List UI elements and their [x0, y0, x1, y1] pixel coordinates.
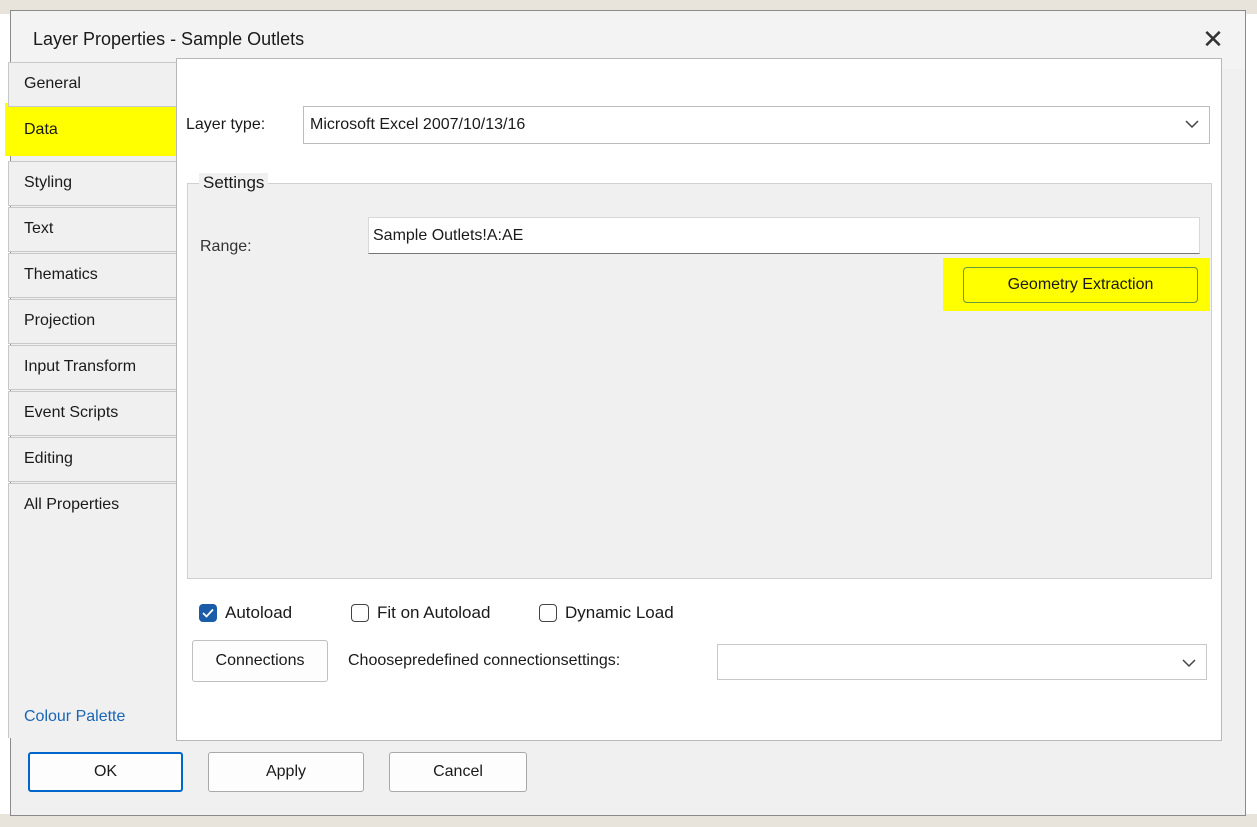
- checkmark-icon: [199, 604, 217, 622]
- tab-general[interactable]: General: [8, 62, 180, 107]
- cancel-label: Cancel: [433, 763, 483, 780]
- tab-label: General: [24, 75, 81, 92]
- apply-button[interactable]: Apply: [208, 752, 364, 792]
- geometry-extraction-label: Geometry Extraction: [1007, 276, 1154, 293]
- fit-on-autoload-checkbox[interactable]: Fit on Autoload: [351, 600, 490, 626]
- apply-label: Apply: [265, 763, 307, 780]
- tab-label: Styling: [24, 174, 73, 191]
- range-label: Range:: [200, 238, 252, 255]
- tab-all-properties[interactable]: All Properties: [8, 483, 180, 528]
- settings-legend: Settings: [199, 173, 269, 193]
- tab-styling[interactable]: Styling: [8, 161, 180, 206]
- close-icon: ✕: [1202, 23, 1224, 54]
- tab-label: Input Transform: [24, 358, 137, 375]
- tab-label: Event Scripts: [24, 404, 119, 421]
- checkbox-box: [539, 604, 557, 622]
- predefined-connection-label: Choosepredefined connectionsettings:: [348, 652, 621, 669]
- dynamic-load-label: Dynamic Load: [565, 603, 674, 622]
- range-input[interactable]: Sample Outlets!A:AE: [368, 217, 1200, 254]
- tab-label: Projection: [24, 312, 96, 329]
- dialog-title: Layer Properties - Sample Outlets: [33, 29, 305, 49]
- ok-button[interactable]: OK: [28, 752, 183, 792]
- tab-label: Thematics: [24, 266, 98, 283]
- tab-thematics[interactable]: Thematics: [8, 253, 180, 298]
- autoload-checkbox[interactable]: Autoload: [199, 600, 292, 626]
- tab-text[interactable]: Text: [8, 207, 180, 252]
- tab-label: Editing: [24, 450, 73, 467]
- layer-type-select[interactable]: Microsoft Excel 2007/10/13/16: [303, 106, 1210, 144]
- colour-palette-link[interactable]: Colour Palette: [24, 708, 125, 726]
- connections-button[interactable]: Connections: [192, 640, 328, 682]
- chevron-down-icon: [1185, 116, 1199, 132]
- tab-event-scripts[interactable]: Event Scripts: [8, 391, 180, 436]
- connections-label: Connections: [215, 652, 305, 669]
- tab-label: Data: [24, 121, 58, 138]
- tab-data[interactable]: Data: [8, 108, 180, 153]
- close-button[interactable]: ✕: [1195, 21, 1231, 57]
- autoload-label: Autoload: [225, 603, 293, 622]
- layer-type-label: Layer type:: [186, 116, 266, 133]
- ok-label: OK: [93, 763, 118, 780]
- fit-on-autoload-label: Fit on Autoload: [377, 603, 491, 622]
- range-value: Sample Outlets!A:AE: [373, 227, 524, 244]
- predefined-connection-select[interactable]: [717, 644, 1207, 680]
- layer-type-value: Microsoft Excel 2007/10/13/16: [310, 116, 526, 133]
- geometry-extraction-button[interactable]: Geometry Extraction: [963, 267, 1198, 303]
- tab-label: Text: [24, 220, 54, 237]
- dynamic-load-checkbox[interactable]: Dynamic Load: [539, 600, 674, 626]
- tab-editing[interactable]: Editing: [8, 437, 180, 482]
- tab-projection[interactable]: Projection: [8, 299, 180, 344]
- tab-strip-filler: [8, 527, 180, 738]
- tab-label: All Properties: [24, 496, 120, 513]
- checkbox-box: [351, 604, 369, 622]
- cancel-button[interactable]: Cancel: [389, 752, 527, 792]
- tab-input-transform[interactable]: Input Transform: [8, 345, 180, 390]
- chevron-down-icon: [1182, 655, 1196, 671]
